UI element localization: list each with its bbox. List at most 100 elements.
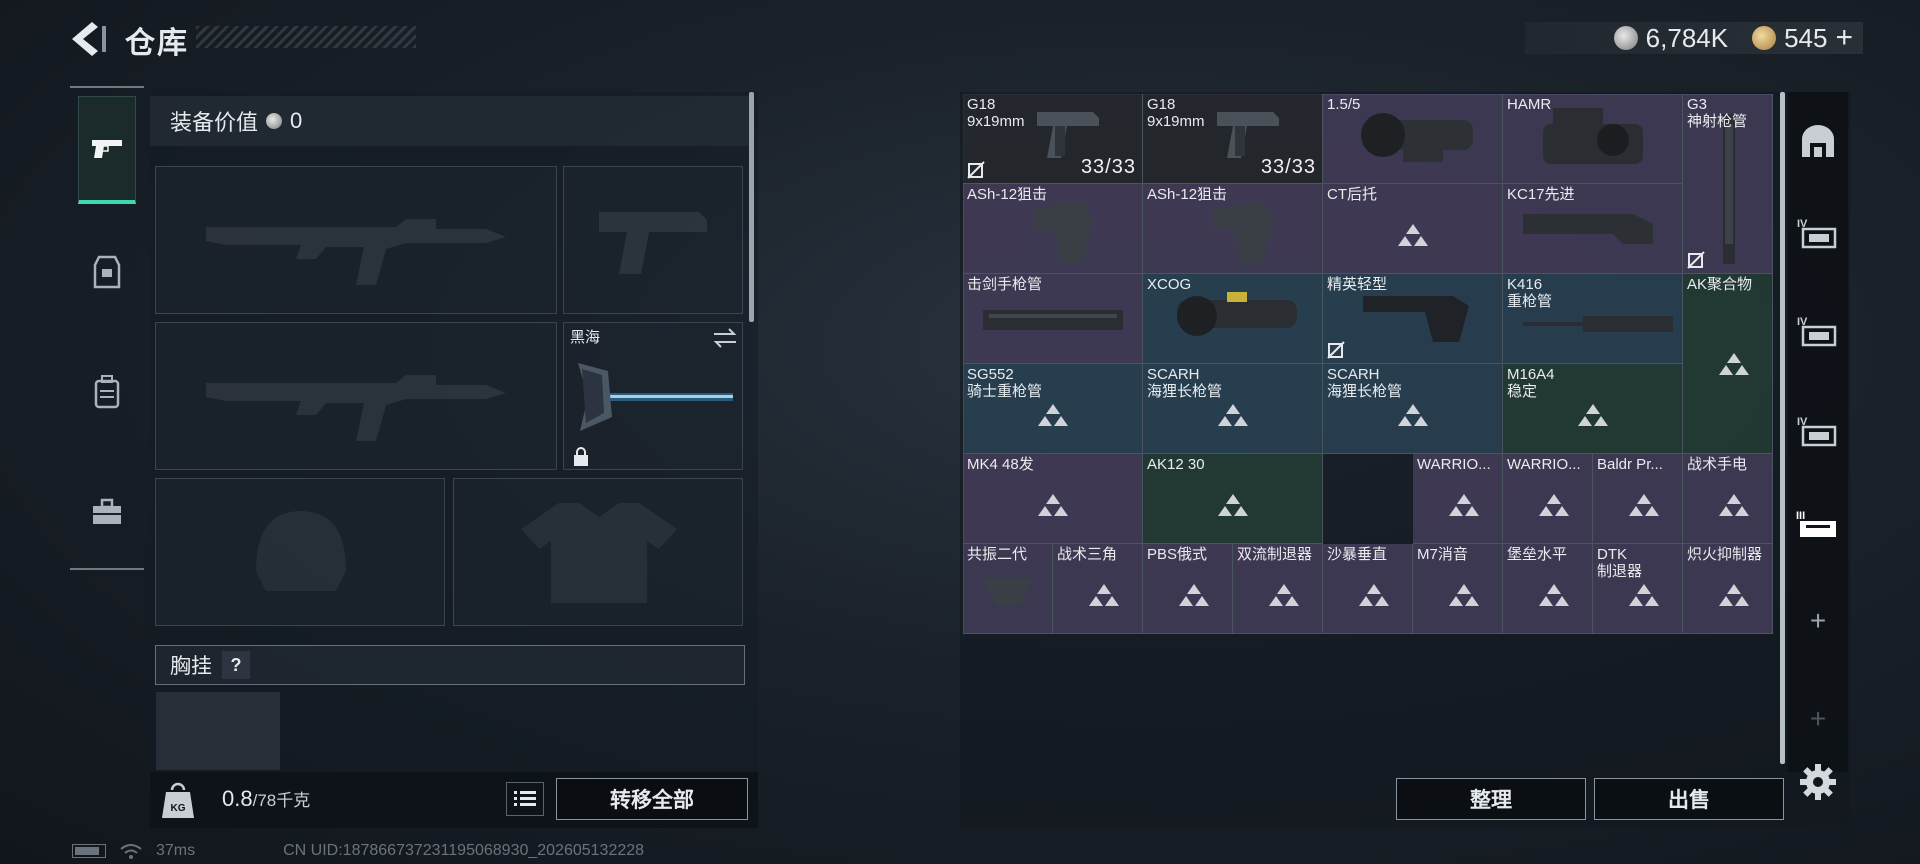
item-title: SCARH [1327, 366, 1380, 383]
item-name: PBS俄式 [1147, 546, 1207, 563]
add-currency-button[interactable]: + [1835, 23, 1853, 53]
storage-item[interactable]: M7消音 [1413, 544, 1503, 634]
side-tab-weapon-case[interactable]: III [1795, 502, 1841, 548]
side-tab-storage-3[interactable]: IV [1795, 408, 1841, 454]
gold-amount: 545 [1784, 22, 1828, 53]
storage-item[interactable]: KC17先进 [1503, 184, 1683, 274]
item-name: M7消音 [1417, 546, 1468, 563]
item-title: 堡垒水平 [1507, 546, 1568, 563]
storage-item[interactable]: AK12 30 [1143, 454, 1323, 544]
storage-item[interactable]: G18 9x19mm 33/33 [1143, 94, 1323, 184]
item-subtitle: 9x19mm [967, 113, 1025, 130]
list-view-button[interactable] [506, 782, 544, 816]
storage-item[interactable]: DTK 制退器 [1593, 544, 1683, 634]
armor-slot[interactable] [453, 478, 743, 626]
lock-icon [574, 447, 588, 466]
storage-item[interactable]: MK4 48发 [963, 454, 1143, 544]
storage-item[interactable]: M16A4 稳定 [1503, 364, 1683, 454]
secondary-weapon-slot[interactable] [155, 322, 557, 470]
category-tabs [70, 86, 144, 570]
item-count: 33/33 [1080, 156, 1136, 178]
rarity-triangle-icon [1398, 224, 1428, 246]
side-tab-storage-1[interactable]: IV [1795, 210, 1841, 256]
storage-item[interactable]: 击剑手枪管 [963, 274, 1143, 364]
item-title: G18 [967, 96, 996, 113]
helmet-slot[interactable] [155, 478, 445, 626]
silver-coin-icon [266, 113, 283, 129]
storage-item[interactable]: WARRIO... [1413, 454, 1503, 544]
rarity-triangle-icon [1449, 494, 1479, 516]
storage-item[interactable]: 炽火抑制器 [1683, 544, 1773, 634]
sort-button[interactable]: 整理 [1396, 778, 1586, 820]
item-name: KC17先进 [1507, 186, 1575, 203]
storage-item[interactable]: XCOG [1143, 274, 1323, 364]
storage-item[interactable]: SCARH 海狸长枪管 [1323, 364, 1503, 454]
storage-item[interactable]: Baldr Pr... [1593, 454, 1683, 544]
storage-item[interactable]: 堡垒水平 [1503, 544, 1593, 634]
item-subtitle: 神射枪管 [1687, 113, 1748, 130]
side-tab-storage-2[interactable]: IV [1795, 308, 1841, 354]
storage-item[interactable]: 战术手电 [1683, 454, 1773, 544]
item-title: MK4 48发 [967, 456, 1034, 473]
rarity-triangle-icon [1578, 404, 1608, 426]
primary-weapon-slot[interactable] [155, 166, 557, 314]
container-icon: IV [1797, 218, 1837, 249]
side-tab-home[interactable] [1795, 118, 1841, 164]
storage-scrollbar[interactable] [1780, 92, 1785, 764]
tab-weapons[interactable] [78, 96, 136, 204]
item-title: 沙暴垂直 [1327, 546, 1388, 563]
svg-text:KG: KG [171, 803, 186, 814]
storage-item[interactable]: 沙暴垂直 [1323, 544, 1413, 634]
item-title: SCARH [1147, 366, 1200, 383]
rarity-triangle-icon [1398, 404, 1428, 426]
storage-item[interactable]: G18 9x19mm 33/33 [963, 94, 1143, 184]
item-title: M16A4 [1507, 366, 1555, 383]
help-button[interactable]: ? [222, 651, 250, 679]
storage-item[interactable]: 双流制退器 [1233, 544, 1323, 634]
chest-rig-slot[interactable] [156, 692, 280, 770]
back-button[interactable] [68, 20, 108, 58]
storage-item[interactable]: HAMR [1503, 94, 1683, 184]
item-title: XCOG [1147, 276, 1192, 293]
tab-backpack[interactable] [78, 338, 136, 446]
add-storage-button[interactable]: + [1795, 598, 1841, 644]
storage-item[interactable]: K416 重枪管 [1503, 274, 1683, 364]
melee-slot[interactable]: 黑海 [563, 322, 743, 470]
equipment-scrollbar[interactable] [749, 92, 754, 322]
item-title: WARRIO... [1417, 456, 1491, 473]
transfer-all-button[interactable]: 转移全部 [556, 778, 748, 820]
weight-readout: 0.8/78千克 [222, 786, 310, 812]
storage-item[interactable]: ASh-12狙击 [1143, 184, 1323, 274]
melee-name: 黑海 [570, 329, 601, 346]
sidearm-slot[interactable] [563, 166, 743, 314]
item-title: 战术三角 [1057, 546, 1118, 563]
item-title: AK聚合物 [1687, 276, 1753, 293]
rarity-triangle-icon [1719, 353, 1749, 375]
storage-item[interactable]: SG552 骑士重枪管 [963, 364, 1143, 454]
storage-item[interactable]: 共振二代 [963, 544, 1053, 634]
item-title: 双流制退器 [1237, 546, 1313, 563]
item-name: ASh-12狙击 [1147, 186, 1227, 203]
scope-icon [1361, 113, 1473, 162]
swap-icon[interactable] [712, 327, 738, 349]
tab-helmet[interactable] [78, 218, 136, 326]
no-insure-icon [1327, 341, 1345, 359]
sell-button[interactable]: 出售 [1594, 778, 1784, 820]
storage-item[interactable]: SCARH 海狸长枪管 [1143, 364, 1323, 454]
storage-item[interactable]: ASh-12狙击 [963, 184, 1143, 274]
pistol-icon [1037, 112, 1099, 158]
storage-item[interactable]: PBS俄式 [1143, 544, 1233, 634]
storage-item[interactable]: G3 神射枪管 [1683, 94, 1773, 274]
storage-item[interactable]: WARRIO... [1503, 454, 1593, 544]
rifle-silhouette-icon [206, 219, 506, 285]
item-name: 击剑手枪管 [967, 276, 1042, 293]
item-name: G3 神射枪管 [1687, 96, 1747, 130]
storage-item[interactable]: 战术三角 [1053, 544, 1143, 634]
pistol-silhouette-icon [599, 212, 707, 274]
storage-item[interactable]: 1.5/5 [1323, 94, 1503, 184]
storage-item[interactable]: CT后托 [1323, 184, 1503, 274]
storage-item[interactable]: 精英轻型 [1323, 274, 1503, 364]
storage-item[interactable]: AK聚合物 [1683, 274, 1773, 454]
settings-gear-icon[interactable] [1796, 760, 1840, 804]
tab-toolbox[interactable] [78, 458, 136, 566]
